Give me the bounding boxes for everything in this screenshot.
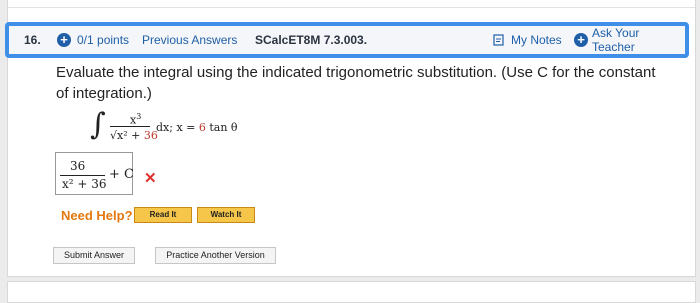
problem-reference: SCalcET8M 7.3.003. [255,33,368,47]
fraction-bar [110,126,150,127]
watch-it-button[interactable]: Watch It [197,207,255,223]
practice-another-version-button[interactable]: Practice Another Version [155,247,276,264]
answer-denominator: x² + 36 [62,177,107,191]
fraction-bar [60,175,105,176]
ask-teacher-link[interactable]: Ask Your Teacher [592,26,685,54]
divider [8,7,695,8]
integrand-denominator: √x² + 36 [110,129,158,142]
incorrect-icon: ✕ [144,170,157,187]
answer-constant: + C [109,167,134,182]
integrand-numerator: x3 [130,112,142,127]
integral-sign: ∫ [90,107,106,142]
previous-answers-link[interactable]: Previous Answers [142,33,237,47]
answer-numerator: 36 [70,159,86,173]
question-header: 16. + 0/1 points Previous Answers SCalcE… [5,22,689,58]
read-it-button[interactable]: Read It [134,207,192,223]
question-text: Evaluate the integral using the indicate… [56,64,656,102]
notes-icon[interactable] [493,34,505,49]
plus-icon[interactable]: + [574,33,588,47]
points-link[interactable]: 0/1 points [77,33,129,47]
need-help-label: Need Help? [61,208,133,223]
answer-input[interactable]: 36 x² + 36 + C [55,152,134,195]
next-question-card [7,281,696,303]
submit-answer-button[interactable]: Submit Answer [53,247,135,264]
substitution-text: dx; x = 6 tan θ [156,121,238,134]
plus-icon[interactable]: + [57,33,71,47]
question-number: 16. [24,33,41,47]
my-notes-link[interactable]: My Notes [511,33,562,47]
